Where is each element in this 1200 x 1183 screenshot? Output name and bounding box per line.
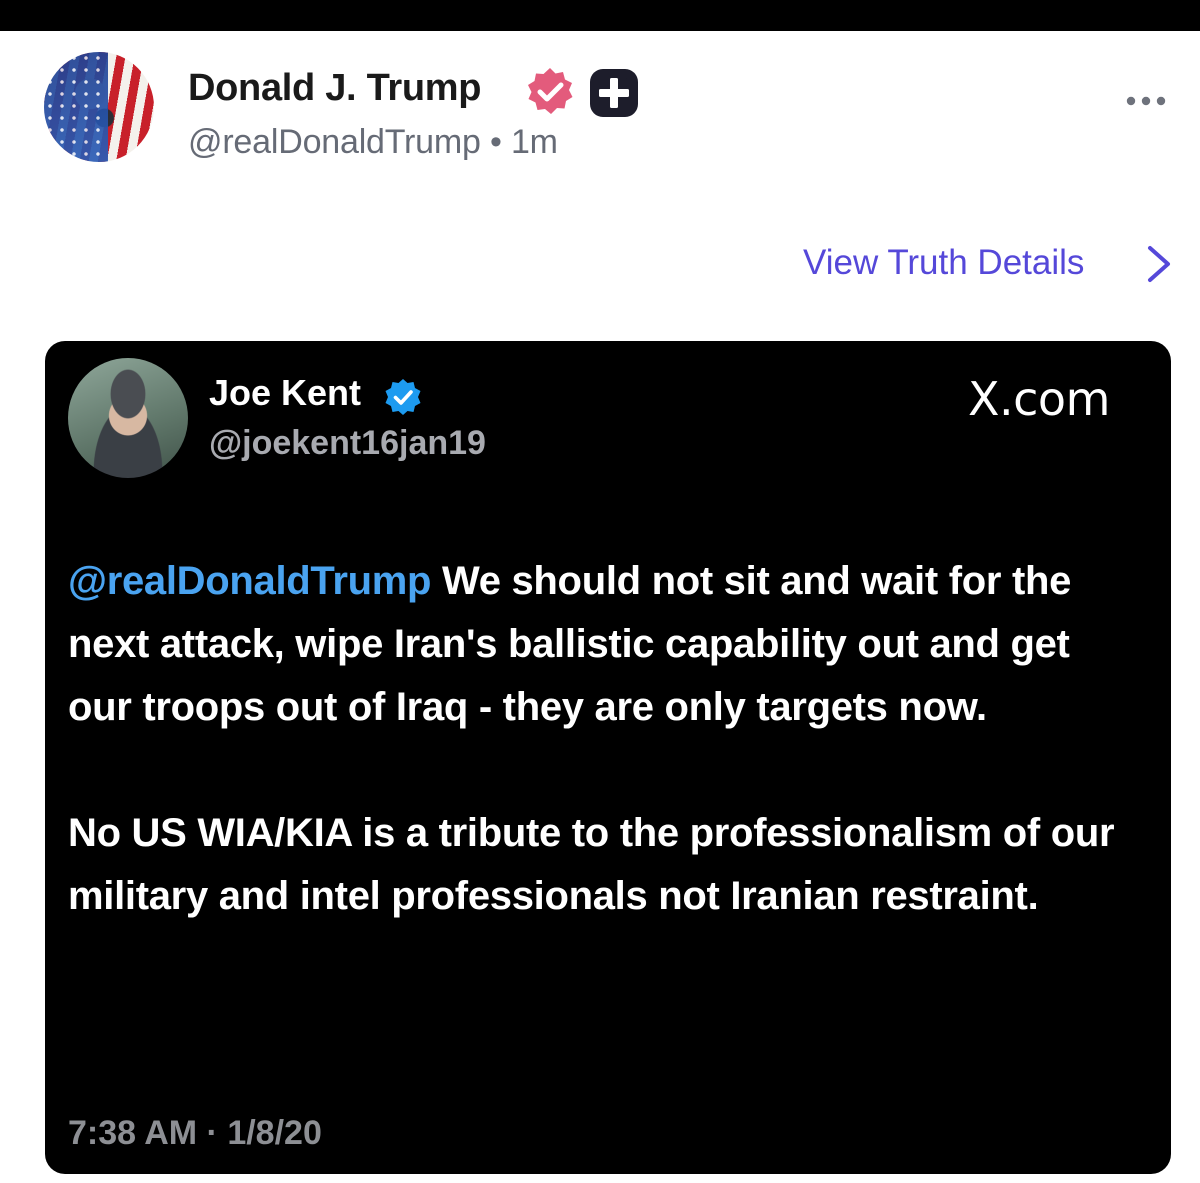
status-bar-strip bbox=[0, 0, 1200, 31]
embed-author-avatar[interactable] bbox=[68, 358, 188, 478]
author-name[interactable]: Donald J. Trump bbox=[188, 67, 482, 110]
handle-separator: • bbox=[489, 123, 502, 161]
view-truth-details-link[interactable]: View Truth Details bbox=[803, 243, 1084, 283]
mention-link[interactable]: @realDonaldTrump bbox=[68, 559, 431, 603]
post-time: 1m bbox=[510, 123, 558, 161]
embed-author-handle[interactable]: @joekent16jan19 bbox=[209, 424, 486, 463]
more-options-icon[interactable] bbox=[1124, 94, 1168, 108]
embed-paragraph-1: @realDonaldTrump We should not sit and w… bbox=[68, 550, 1138, 739]
author-handle[interactable]: @realDonaldTrump bbox=[188, 123, 481, 161]
verified-badge-icon bbox=[528, 68, 573, 114]
embed-timestamp: 7:38 AM · 1/8/20 bbox=[68, 1114, 322, 1152]
embed-paragraph-2: No US WIA/KIA is a tribute to the profes… bbox=[68, 811, 1115, 918]
chevron-right-icon[interactable] bbox=[1144, 244, 1174, 284]
author-avatar[interactable] bbox=[44, 52, 154, 162]
source-label-x-com: X.com bbox=[968, 372, 1110, 426]
truth-plus-icon bbox=[590, 69, 638, 117]
author-handle-line: @realDonaldTrump • 1m bbox=[188, 123, 558, 162]
embed-post-text: @realDonaldTrump We should not sit and w… bbox=[68, 550, 1138, 928]
embed-author-name[interactable]: Joe Kent bbox=[209, 372, 361, 414]
blue-checkmark-icon bbox=[385, 379, 421, 415]
